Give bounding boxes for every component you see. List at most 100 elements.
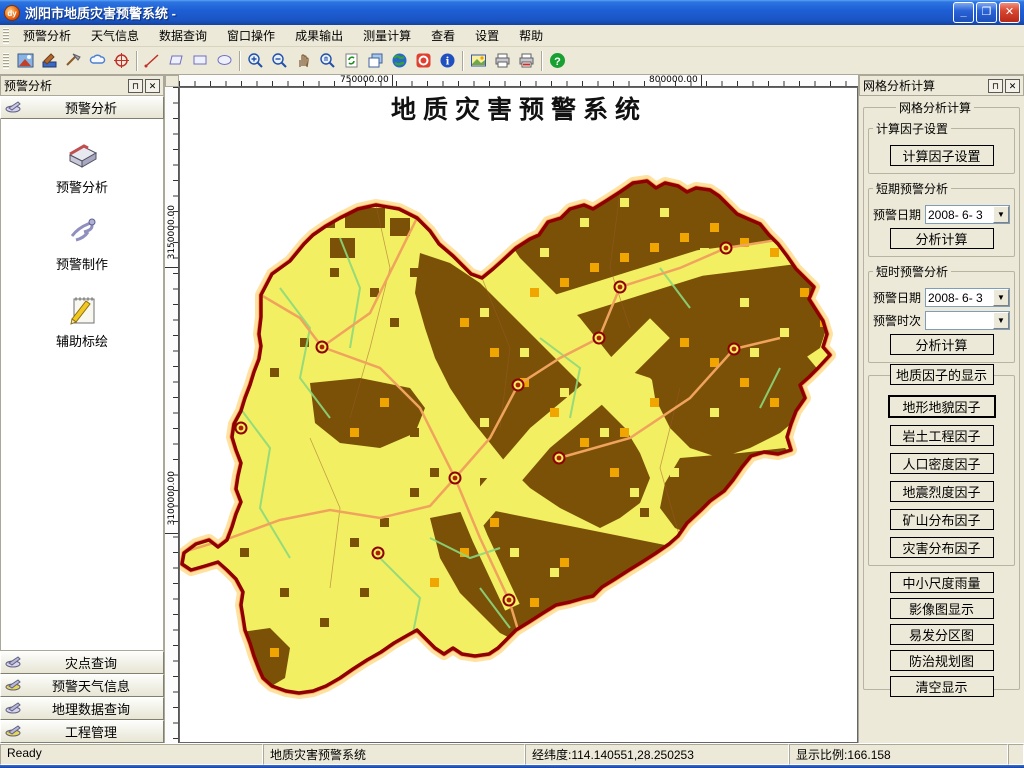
refresh-icon[interactable]: [339, 49, 363, 73]
geo-factor-display-button[interactable]: 地质因子的显示: [890, 364, 994, 385]
factor-button-5[interactable]: 矿山分布因子: [890, 509, 994, 530]
zoom-out-icon[interactable]: [267, 49, 291, 73]
menu-item-1[interactable]: 预警分析: [13, 24, 81, 47]
left-group-3[interactable]: 地理数据查询: [0, 697, 164, 720]
town-marker[interactable]: [554, 453, 565, 464]
menu-item-2[interactable]: 天气信息: [81, 24, 149, 47]
chevron-down-icon[interactable]: ▼: [993, 289, 1009, 306]
menu-item-5[interactable]: 成果输出: [285, 24, 353, 47]
stamp-icon: [5, 677, 23, 694]
close-icon[interactable]: ✕: [145, 79, 160, 93]
title-bar: dy 浏阳市地质灾害预警系统 - _ ❐ ✕: [0, 0, 1024, 25]
zoom-extent-icon[interactable]: [315, 49, 339, 73]
hammer-icon[interactable]: [37, 49, 61, 73]
print-special-icon[interactable]: [514, 49, 538, 73]
menu-item-6[interactable]: 测量计算: [353, 24, 421, 47]
factor-button-3[interactable]: 人口密度因子: [890, 453, 994, 474]
sidebar-item-3[interactable]: 辅助标绘: [1, 291, 163, 350]
close-button[interactable]: ✕: [999, 2, 1020, 23]
map-canvas[interactable]: 地质灾害预警系统: [179, 87, 858, 743]
sidebar-item-label: 预警制作: [1, 254, 163, 273]
target-icon[interactable]: [109, 49, 133, 73]
layers-icon[interactable]: [363, 49, 387, 73]
pin-icon[interactable]: ⊓: [128, 79, 143, 93]
ellipse-icon[interactable]: [212, 49, 236, 73]
resize-grip[interactable]: [1008, 744, 1024, 765]
menu-item-3[interactable]: 数据查询: [149, 24, 217, 47]
town-marker[interactable]: [615, 282, 626, 293]
rectangle-icon[interactable]: [188, 49, 212, 73]
menu-item-4[interactable]: 窗口操作: [217, 24, 285, 47]
left-group-active[interactable]: 预警分析: [0, 96, 164, 119]
sidebar-item-label: 辅助标绘: [1, 331, 163, 350]
short-time-group-label: 短时预警分析: [873, 263, 951, 280]
factor-button-1[interactable]: 地形地貌因子: [888, 395, 996, 418]
extra-button-3[interactable]: 易发分区图: [890, 624, 994, 645]
short-term-date-combobox[interactable]: 2008- 6- 3 ▼: [925, 205, 1010, 224]
pick-icon[interactable]: [61, 49, 85, 73]
stop-icon[interactable]: [411, 49, 435, 73]
extra-button-1[interactable]: 中小尺度雨量: [890, 572, 994, 593]
extra-button-5[interactable]: 清空显示: [890, 676, 994, 697]
left-group-1[interactable]: 灾点查询: [0, 651, 164, 674]
satellite-image-icon[interactable]: [13, 49, 37, 73]
line-icon[interactable]: [140, 49, 164, 73]
restore-button[interactable]: ❐: [976, 2, 997, 23]
sidebar-item-2[interactable]: 预警制作: [1, 214, 163, 273]
extra-button-2[interactable]: 影像图显示: [890, 598, 994, 619]
town-marker[interactable]: [504, 595, 515, 606]
right-panel: 网格分析计算 ⊓ ✕ 网格分析计算 计算因子设置 计算因子设置 短期预警分析 预…: [858, 75, 1024, 743]
left-group-label: 预警天气信息: [23, 676, 159, 695]
menu-grip: [3, 28, 9, 44]
left-group-4[interactable]: 工程管理: [0, 720, 164, 743]
globe-icon[interactable]: [387, 49, 411, 73]
toolbar: i?: [0, 47, 1024, 75]
town-marker[interactable]: [450, 473, 461, 484]
zoom-in-icon[interactable]: [243, 49, 267, 73]
toolbar-separator: [541, 51, 542, 71]
menu-item-9[interactable]: 帮助: [509, 24, 553, 47]
menu-item-7[interactable]: 查看: [421, 24, 465, 47]
map-image-icon[interactable]: [466, 49, 490, 73]
town-marker[interactable]: [317, 342, 328, 353]
calc-factor-settings-button[interactable]: 计算因子设置: [890, 145, 994, 166]
factor-button-4[interactable]: 地震烈度因子: [890, 481, 994, 502]
svg-text:?: ?: [554, 56, 561, 68]
info-icon[interactable]: i: [435, 49, 459, 73]
polygon-icon[interactable]: [164, 49, 188, 73]
factor-button-6[interactable]: 灾害分布因子: [890, 537, 994, 558]
help-icon[interactable]: ?: [545, 49, 569, 73]
factor-button-2[interactable]: 岩土工程因子: [890, 425, 994, 446]
pan-icon[interactable]: [291, 49, 315, 73]
town-marker[interactable]: [236, 423, 247, 434]
menu-item-8[interactable]: 设置: [465, 24, 509, 47]
short-time-calc-button[interactable]: 分析计算: [890, 334, 994, 355]
town-marker[interactable]: [373, 548, 384, 559]
left-group-label: 工程管理: [23, 722, 159, 741]
print-icon[interactable]: [490, 49, 514, 73]
ruler-corner: [165, 75, 179, 87]
short-time-period-combobox[interactable]: ▼: [925, 311, 1010, 330]
map-svg: 地质灾害预警系统: [180, 88, 858, 740]
town-marker[interactable]: [513, 380, 524, 391]
short-time-date-label: 预警日期: [873, 289, 925, 306]
short-time-date-combobox[interactable]: 2008- 6- 3 ▼: [925, 288, 1010, 307]
chevron-down-icon[interactable]: ▼: [993, 206, 1009, 223]
town-marker[interactable]: [594, 333, 605, 344]
sidebar-item-1[interactable]: 预警分析: [1, 137, 163, 196]
chevron-down-icon[interactable]: ▼: [993, 312, 1009, 329]
ruler-label: 3150000.00: [167, 205, 177, 259]
pin-icon[interactable]: ⊓: [988, 79, 1003, 93]
minimize-button[interactable]: _: [953, 2, 974, 23]
toolbar-separator: [462, 51, 463, 71]
status-scale: 显示比例:166.158: [789, 744, 1008, 765]
left-group-2[interactable]: 预警天气信息: [0, 674, 164, 697]
extra-button-4[interactable]: 防治规划图: [890, 650, 994, 671]
town-marker[interactable]: [721, 243, 732, 254]
short-term-calc-button[interactable]: 分析计算: [890, 228, 994, 249]
town-marker[interactable]: [729, 344, 740, 355]
cloud-icon[interactable]: [85, 49, 109, 73]
close-icon[interactable]: ✕: [1005, 79, 1020, 93]
ruler-major-tick: [701, 75, 702, 86]
short-term-date-label: 预警日期: [873, 206, 925, 223]
